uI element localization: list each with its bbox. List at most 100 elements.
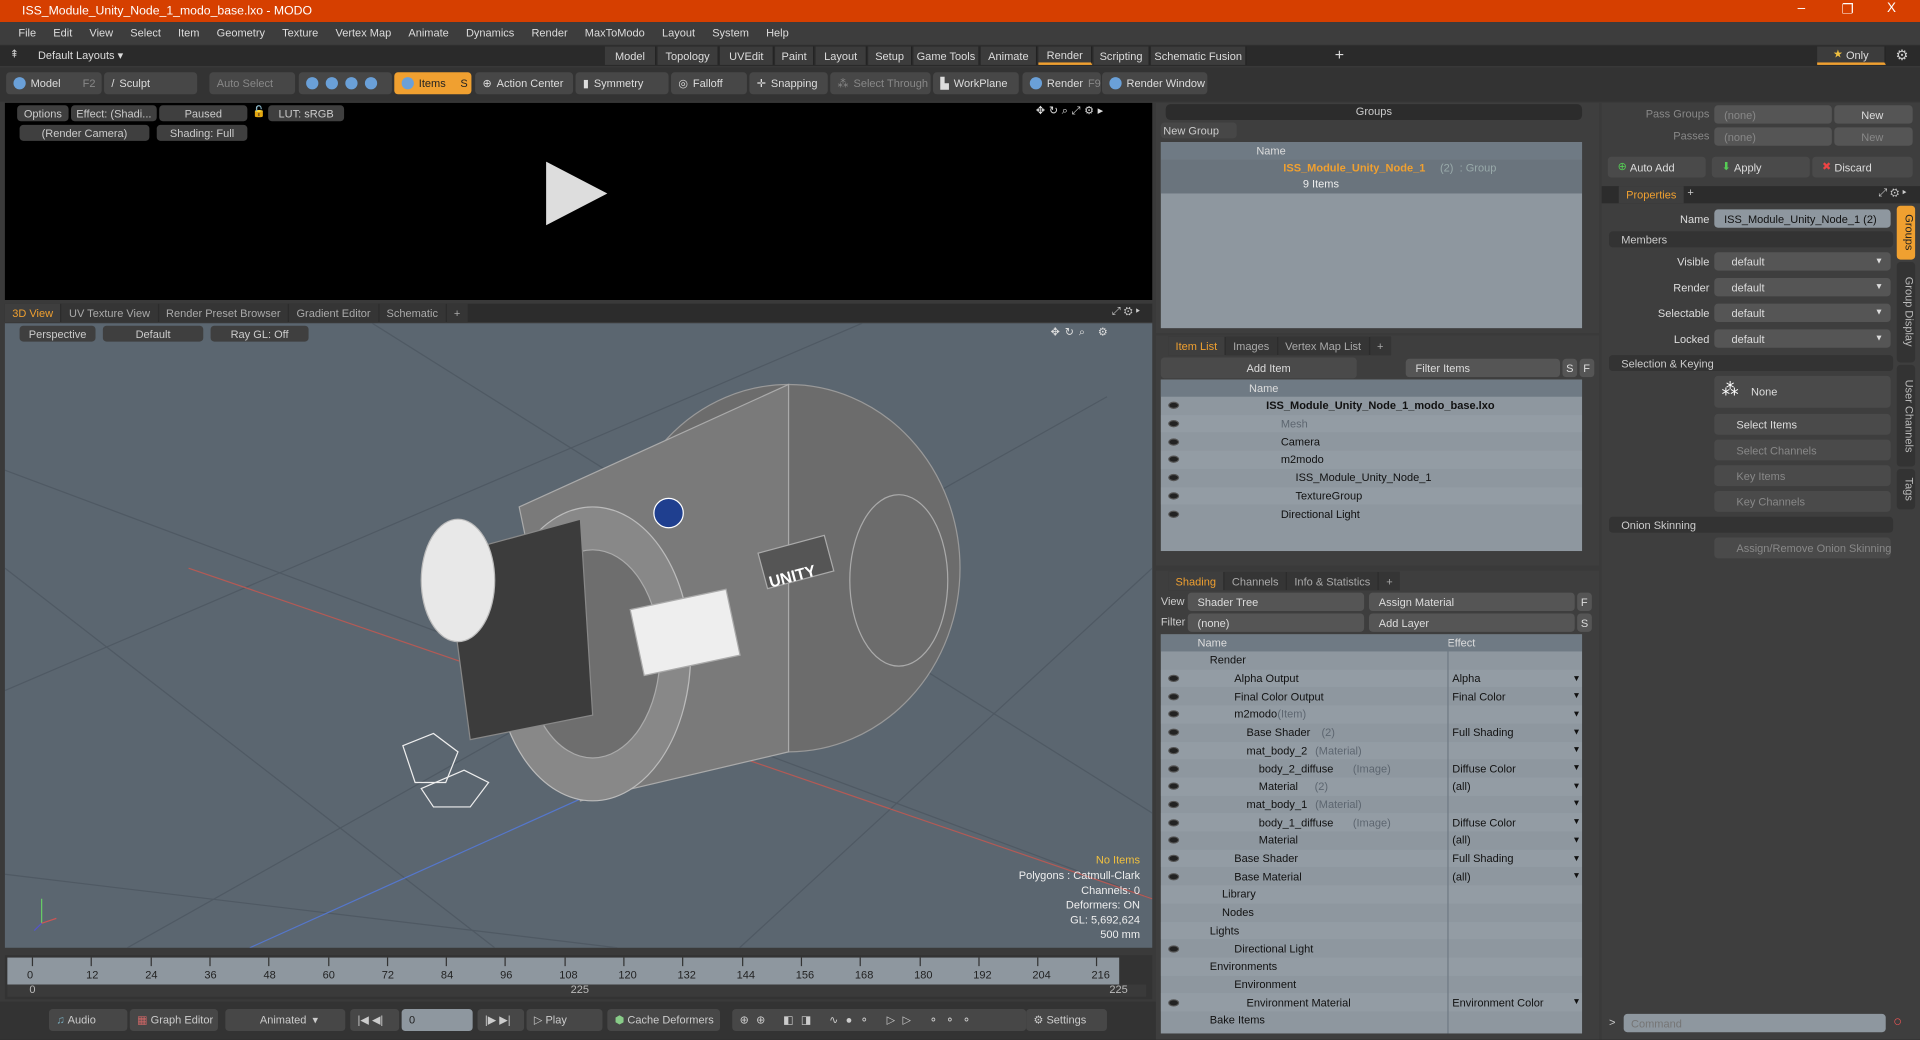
shader-row[interactable]: mat_body_1 (Material) ▼ bbox=[1161, 795, 1582, 813]
keying-tool-buttons[interactable]: ⊕⊕ ◧◨ ∿●⚬ ▷▷ ⚬⚬⚬ bbox=[732, 1008, 1027, 1032]
default-layouts-dropdown[interactable]: Default Layouts ▾ bbox=[38, 49, 123, 62]
name-field[interactable]: ISS_Module_Unity_Node_1 (2) bbox=[1714, 209, 1891, 228]
pass-groups-dropdown[interactable]: (none) bbox=[1714, 105, 1832, 124]
view-dropdown[interactable]: Shader Tree bbox=[1187, 592, 1365, 612]
audio-button[interactable]: ♫ Audio bbox=[48, 1008, 128, 1032]
gear-icon[interactable]: ⚙ bbox=[1896, 47, 1909, 64]
dropdown-arrow-icon[interactable]: ▼ bbox=[1572, 764, 1580, 773]
shader-row[interactable]: Environments bbox=[1160, 957, 1583, 976]
dropdown-arrow-icon[interactable]: ▼ bbox=[1572, 818, 1580, 827]
item-row[interactable]: TextureGroup bbox=[1160, 486, 1583, 505]
falloff-button[interactable]: ◎ Falloff bbox=[671, 72, 747, 95]
tab-images[interactable]: Images bbox=[1225, 336, 1277, 356]
range-slider[interactable]: 0 225 225 bbox=[7, 983, 1147, 997]
eye-icon[interactable] bbox=[1168, 854, 1180, 863]
tab-layout-paint[interactable]: Paint bbox=[775, 46, 815, 65]
menu-texture[interactable]: Texture bbox=[274, 27, 327, 39]
record-macro-icon[interactable]: ○ bbox=[1893, 1013, 1902, 1030]
selection-keying-section[interactable]: Selection & Keying bbox=[1608, 355, 1894, 372]
apply-button[interactable]: ⬇ Apply bbox=[1711, 156, 1810, 178]
sculpt-button[interactable]: / Sculpt bbox=[104, 72, 198, 95]
maximize-button[interactable]: ❐ bbox=[1842, 1, 1854, 17]
tab-layout-scripting[interactable]: Scripting bbox=[1093, 46, 1150, 65]
field-dropdown-selectable[interactable]: default ▼ bbox=[1714, 303, 1891, 323]
add-tab-button[interactable]: + bbox=[1378, 571, 1401, 591]
shader-row[interactable]: Base Shader Full Shading ▼ bbox=[1160, 849, 1583, 868]
filter-dropdown[interactable]: (none) bbox=[1187, 613, 1365, 632]
eye-icon[interactable] bbox=[1168, 818, 1180, 827]
menu-edit[interactable]: Edit bbox=[45, 27, 81, 39]
play-button[interactable]: ▷ Play bbox=[526, 1008, 603, 1032]
settings-button[interactable]: ⚙ Settings bbox=[1026, 1008, 1107, 1032]
dropdown-arrow-icon[interactable]: ▼ bbox=[1572, 782, 1580, 791]
tab-layout-uvedit[interactable]: UVEdit bbox=[720, 46, 774, 65]
tab-layout-setup[interactable]: Setup bbox=[868, 46, 913, 65]
layer-effect[interactable]: Full Shading bbox=[1452, 726, 1513, 738]
only-toggle[interactable]: ★ Only bbox=[1817, 46, 1886, 65]
eye-icon[interactable] bbox=[1168, 782, 1180, 791]
select-items-button[interactable]: Select Items bbox=[1714, 413, 1891, 435]
passes-dropdown[interactable]: (none) bbox=[1714, 127, 1832, 146]
shader-row[interactable]: Lights bbox=[1160, 921, 1583, 940]
tab-layout-topology[interactable]: Topology bbox=[657, 46, 719, 65]
shader-row[interactable]: mat_body_2 (Material) ▼ bbox=[1160, 741, 1583, 760]
filter-f-button[interactable]: F bbox=[1579, 358, 1595, 378]
auto-select-button[interactable]: Auto Select bbox=[209, 72, 296, 95]
tab-layout-layout[interactable]: Layout bbox=[815, 46, 867, 65]
eye-icon[interactable] bbox=[1168, 456, 1180, 464]
eye-icon[interactable] bbox=[1168, 764, 1180, 773]
shader-row[interactable]: Library bbox=[1160, 885, 1583, 904]
lut-dropdown[interactable]: LUT: sRGB bbox=[268, 105, 345, 122]
shader-row[interactable]: body_1_diffuse (Image) Diffuse Color ▼ bbox=[1160, 813, 1583, 832]
effect-dropdown[interactable]: Effect: (Shadi... bbox=[71, 105, 157, 122]
assign-onion-button[interactable]: Assign/Remove Onion Skinning bbox=[1714, 537, 1891, 559]
shader-row[interactable]: body_2_diffuse (Image) Diffuse Color ▼ bbox=[1161, 759, 1582, 777]
eye-icon[interactable] bbox=[1168, 492, 1180, 500]
eye-icon[interactable] bbox=[1168, 746, 1180, 755]
layer-effect[interactable]: (all) bbox=[1452, 834, 1470, 846]
minimize-button[interactable]: – bbox=[1798, 1, 1806, 16]
eye-icon[interactable] bbox=[1168, 836, 1180, 845]
tab-gradient-editor[interactable]: Gradient Editor bbox=[289, 303, 378, 323]
play-icon[interactable] bbox=[544, 161, 610, 228]
layer-effect[interactable]: Diffuse Color bbox=[1452, 762, 1516, 774]
options-button[interactable]: Options bbox=[17, 105, 69, 122]
item-row[interactable]: m2modo bbox=[1160, 450, 1583, 469]
render-preview[interactable]: Options Effect: (Shadi... Paused 🔓 LUT: … bbox=[4, 102, 1153, 301]
shading-f-button[interactable]: F bbox=[1577, 592, 1592, 612]
shading-s-button[interactable]: S bbox=[1577, 613, 1592, 632]
menu-vertex-map[interactable]: Vertex Map bbox=[327, 27, 400, 39]
layouts-icon[interactable]: ⇞ bbox=[10, 48, 19, 61]
layer-effect[interactable]: Full Shading bbox=[1452, 852, 1513, 864]
timeline-ruler[interactable]: 0 12 24 36 48 60 72 84 96 108 120 132 144 156 168 180 19… bbox=[7, 957, 1120, 985]
add-tab-button[interactable]: + bbox=[1369, 336, 1391, 356]
eye-icon[interactable] bbox=[1168, 692, 1180, 701]
close-button[interactable]: X bbox=[1887, 1, 1896, 16]
eye-icon[interactable] bbox=[1168, 872, 1180, 881]
side-tab-groups[interactable]: Groups bbox=[1896, 205, 1916, 260]
shader-row[interactable]: Directional Light bbox=[1161, 939, 1582, 957]
tab-layout-render[interactable]: Render bbox=[1038, 46, 1093, 65]
dropdown-arrow-icon[interactable]: ▼ bbox=[1572, 854, 1580, 863]
add-layer-dropdown[interactable]: Add Layer bbox=[1368, 613, 1575, 632]
select-channels-button[interactable]: Select Channels bbox=[1714, 439, 1891, 461]
current-frame-field[interactable]: 0 bbox=[401, 1008, 473, 1032]
eye-icon[interactable] bbox=[1168, 728, 1180, 737]
menu-select[interactable]: Select bbox=[122, 27, 170, 39]
panel-expand-gear-icons[interactable]: ⤢ ⚙ ▸ bbox=[1878, 186, 1906, 199]
layer-effect[interactable]: (all) bbox=[1452, 780, 1470, 792]
shader-row[interactable]: Base Material (all) ▼ bbox=[1161, 867, 1582, 885]
shading-dropdown[interactable]: Shading: Full bbox=[156, 124, 248, 141]
model-mode-button[interactable]: Model F2 bbox=[6, 72, 102, 95]
shader-row[interactable]: Material (all) ▼ bbox=[1161, 831, 1582, 849]
menu-geometry[interactable]: Geometry bbox=[208, 27, 274, 39]
shader-row[interactable]: Render bbox=[1161, 651, 1582, 669]
tab-vertex-map-list[interactable]: Vertex Map List bbox=[1277, 336, 1369, 356]
lock-icon[interactable]: 🔓 bbox=[252, 105, 266, 118]
3d-viewport[interactable]: UNITY Perspective Default Ray GL: Off ✥↻… bbox=[4, 323, 1153, 948]
dropdown-arrow-icon[interactable]: ▼ bbox=[1572, 710, 1580, 719]
tab-schematic[interactable]: Schematic bbox=[379, 303, 446, 323]
graph-editor-button[interactable]: ▦ Graph Editor bbox=[129, 1008, 218, 1032]
menu-system[interactable]: System bbox=[704, 27, 758, 39]
eye-icon[interactable] bbox=[1168, 474, 1180, 482]
